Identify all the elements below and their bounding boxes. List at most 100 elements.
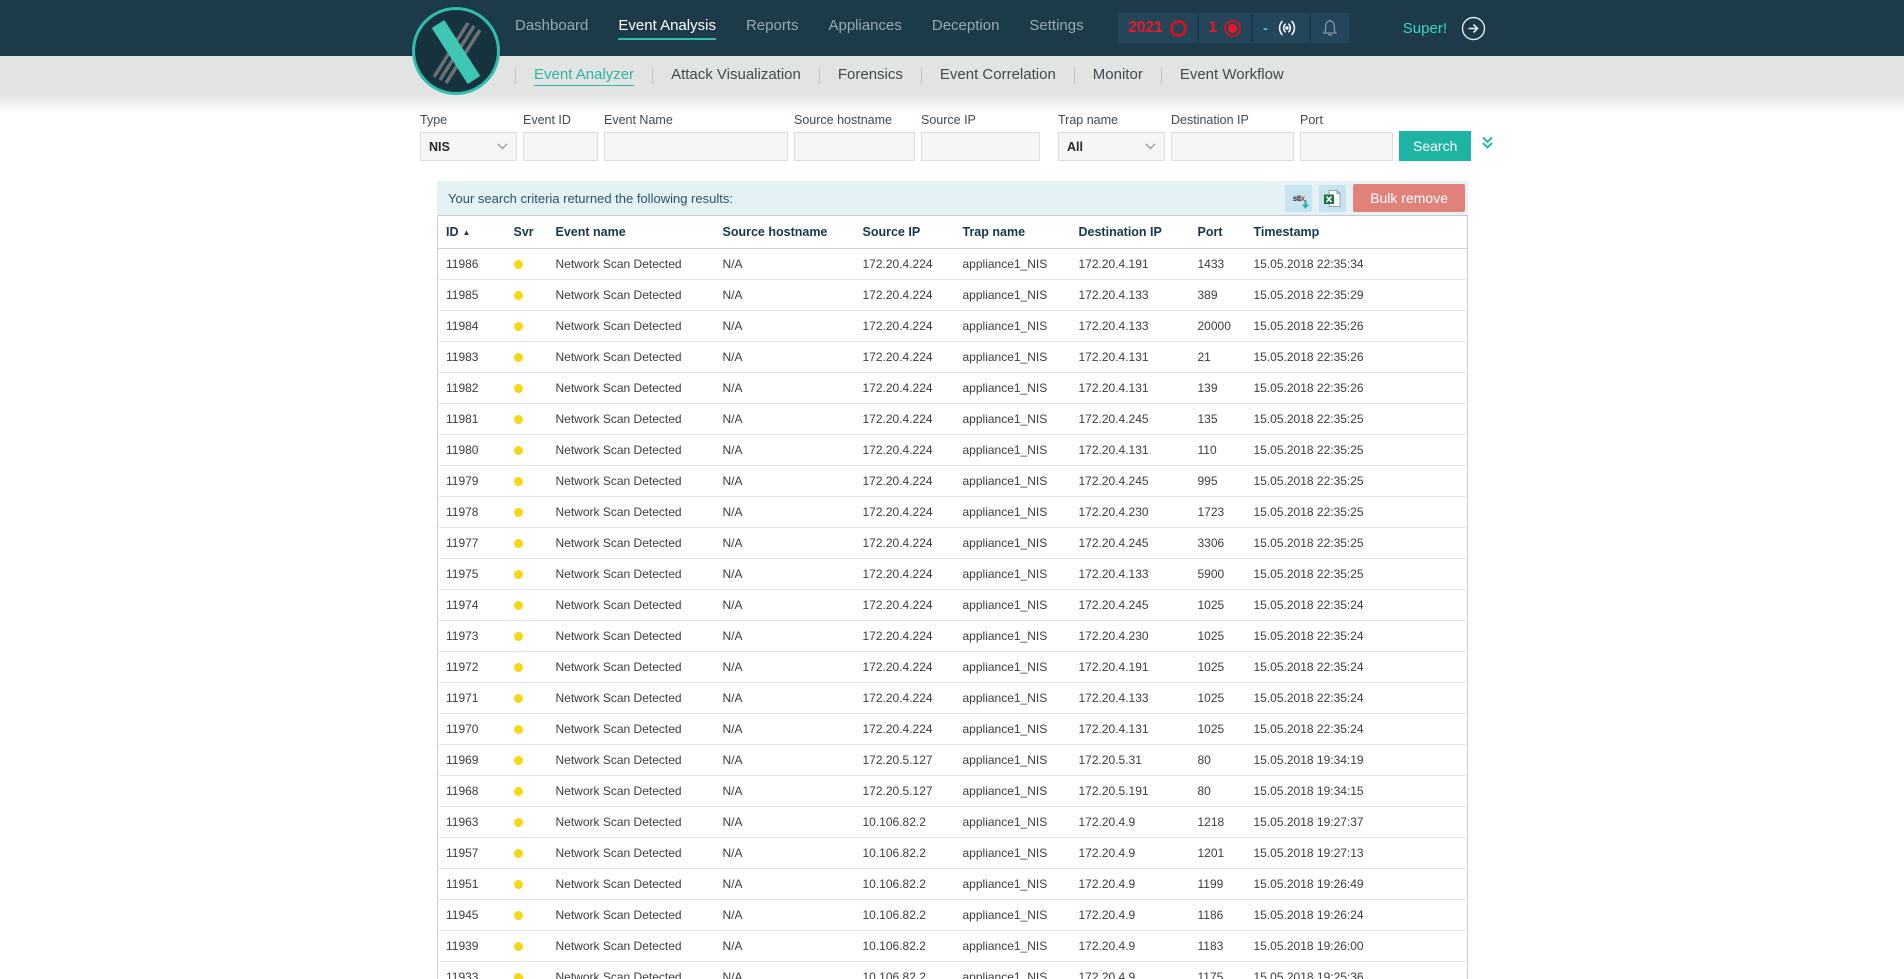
filter-select[interactable]: NIS xyxy=(420,132,517,161)
cell-timestamp: 15.05.2018 19:26:00 xyxy=(1245,930,1468,962)
filter-input[interactable] xyxy=(921,132,1040,161)
signal-status[interactable]: - xyxy=(1253,13,1309,43)
cell-destination-ip: 172.20.4.133 xyxy=(1070,558,1190,590)
cell-port: 1025 xyxy=(1189,682,1246,714)
subnav-tab[interactable]: Event Correlation xyxy=(940,66,1056,86)
subnav-tab[interactable]: Monitor xyxy=(1093,66,1143,86)
table-row[interactable]: 11977 Network Scan Detected N/A 172.20.4… xyxy=(437,527,1468,559)
filter-input[interactable] xyxy=(794,132,915,161)
subnav-divider xyxy=(818,67,820,84)
cell-severity xyxy=(505,527,548,559)
filter-input[interactable] xyxy=(1171,132,1294,161)
cell-destination-ip: 172.20.4.9 xyxy=(1070,961,1190,979)
cell-source-hostname: N/A xyxy=(714,248,855,280)
filter-input[interactable] xyxy=(523,132,598,161)
filter-input[interactable] xyxy=(1300,132,1393,161)
table-row[interactable]: 11980 Network Scan Detected N/A 172.20.4… xyxy=(437,434,1468,466)
cell-source-ip: 172.20.4.224 xyxy=(854,620,955,652)
cell-timestamp: 15.05.2018 22:35:24 xyxy=(1245,651,1468,683)
subnav-tab[interactable]: Event Analyzer xyxy=(534,66,635,86)
column-header[interactable]: Destination IP xyxy=(1070,215,1190,249)
table-row[interactable]: 11951 Network Scan Detected N/A 10.106.8… xyxy=(437,868,1468,900)
column-header[interactable]: Source hostname xyxy=(714,215,855,249)
nav-item[interactable]: Settings xyxy=(1029,17,1083,40)
table-row[interactable]: 11975 Network Scan Detected N/A 172.20.4… xyxy=(437,558,1468,590)
double-chevron-down-icon[interactable] xyxy=(1480,135,1495,150)
table-row[interactable]: 11979 Network Scan Detected N/A 172.20.4… xyxy=(437,465,1468,497)
notifications-button[interactable] xyxy=(1310,13,1349,43)
cell-source-hostname: N/A xyxy=(714,465,855,497)
table-row[interactable]: 11939 Network Scan Detected N/A 10.106.8… xyxy=(437,930,1468,962)
column-header[interactable]: Source IP xyxy=(854,215,955,249)
logout-arrow-icon[interactable] xyxy=(1461,16,1486,41)
severity-dot xyxy=(513,880,523,890)
bulk-remove-button[interactable]: Bulk remove xyxy=(1353,184,1465,212)
cell-severity xyxy=(505,465,548,497)
table-row[interactable]: 11985 Network Scan Detected N/A 172.20.4… xyxy=(437,279,1468,311)
table-row[interactable]: 11978 Network Scan Detected N/A 172.20.4… xyxy=(437,496,1468,528)
x-logo-icon xyxy=(412,7,500,95)
alarm-new-badge[interactable]: 1 xyxy=(1198,13,1252,43)
cell-source-ip: 172.20.4.224 xyxy=(854,465,955,497)
table-row[interactable]: 11933 Network Scan Detected N/A 10.106.8… xyxy=(437,961,1468,979)
cell-timestamp: 15.05.2018 19:27:37 xyxy=(1245,806,1468,838)
table-row[interactable]: 11986 Network Scan Detected N/A 172.20.4… xyxy=(437,248,1468,280)
nav-item[interactable]: Appliances xyxy=(828,17,901,40)
excel-export-button[interactable] xyxy=(1319,184,1347,212)
cell-event-name: Network Scan Detected xyxy=(547,372,715,404)
cell-trap-name: appliance1_NIS xyxy=(954,403,1071,435)
column-header[interactable]: ID ▲ xyxy=(437,215,506,249)
table-row[interactable]: 11982 Network Scan Detected N/A 172.20.4… xyxy=(437,372,1468,404)
column-header[interactable]: Svr xyxy=(505,215,548,249)
filter-input[interactable] xyxy=(604,132,788,161)
cell-timestamp: 15.05.2018 22:35:25 xyxy=(1245,496,1468,528)
events-table: ID ▲ Svr Event name Source hostname Sourc… xyxy=(437,215,1468,979)
subnav-tab[interactable]: Attack Visualization xyxy=(671,66,801,86)
table-row[interactable]: 11963 Network Scan Detected N/A 10.106.8… xyxy=(437,806,1468,838)
subnav-tab[interactable]: Event Workflow xyxy=(1180,66,1284,86)
table-row[interactable]: 11957 Network Scan Detected N/A 10.106.8… xyxy=(437,837,1468,869)
column-header[interactable]: Timestamp xyxy=(1245,215,1468,249)
cell-destination-ip: 172.20.4.9 xyxy=(1070,806,1190,838)
filter-select[interactable]: All xyxy=(1058,132,1165,161)
cell-timestamp: 15.05.2018 22:35:29 xyxy=(1245,279,1468,311)
nav-item[interactable]: Deception xyxy=(932,17,1000,40)
table-row[interactable]: 11969 Network Scan Detected N/A 172.20.5… xyxy=(437,744,1468,776)
cell-id: 11980 xyxy=(437,434,506,466)
table-row[interactable]: 11971 Network Scan Detected N/A 172.20.4… xyxy=(437,682,1468,714)
nav-item[interactable]: Dashboard xyxy=(515,17,588,40)
user-menu[interactable]: Super! xyxy=(1403,20,1447,37)
column-header[interactable]: Event name xyxy=(547,215,715,249)
table-header-row: ID ▲ Svr Event name Source hostname Sourc… xyxy=(437,215,1468,249)
subnav-tab[interactable]: Forensics xyxy=(838,66,903,86)
table-row[interactable]: 11972 Network Scan Detected N/A 172.20.4… xyxy=(437,651,1468,683)
table-row[interactable]: 11974 Network Scan Detected N/A 172.20.4… xyxy=(437,589,1468,621)
table-row[interactable]: 11968 Network Scan Detected N/A 172.20.5… xyxy=(437,775,1468,807)
cell-event-name: Network Scan Detected xyxy=(547,744,715,776)
cell-port: 1201 xyxy=(1189,837,1246,869)
brand-logo[interactable] xyxy=(411,6,501,96)
severity-dot xyxy=(513,415,523,425)
column-header[interactable]: Port xyxy=(1189,215,1246,249)
cell-id: 11978 xyxy=(437,496,506,528)
table-row[interactable]: 11970 Network Scan Detected N/A 172.20.4… xyxy=(437,713,1468,745)
alarm-total-badge[interactable]: 2021 xyxy=(1118,13,1197,43)
table-row[interactable]: 11983 Network Scan Detected N/A 172.20.4… xyxy=(437,341,1468,373)
table-row[interactable]: 11973 Network Scan Detected N/A 172.20.4… xyxy=(437,620,1468,652)
table-row[interactable]: 11984 Network Scan Detected N/A 172.20.4… xyxy=(437,310,1468,342)
severity-dot xyxy=(513,384,523,394)
search-button[interactable]: Search xyxy=(1399,131,1472,161)
cell-timestamp: 15.05.2018 22:35:25 xyxy=(1245,558,1468,590)
nav-item[interactable]: Event Analysis xyxy=(618,17,716,40)
cell-event-name: Network Scan Detected xyxy=(547,775,715,807)
cell-severity xyxy=(505,403,548,435)
table-row[interactable]: 11945 Network Scan Detected N/A 10.106.8… xyxy=(437,899,1468,931)
cell-source-hostname: N/A xyxy=(714,310,855,342)
stix-export-button[interactable]: stix xyxy=(1285,184,1313,212)
nav-item[interactable]: Reports xyxy=(746,17,799,40)
cell-source-hostname: N/A xyxy=(714,744,855,776)
column-header[interactable]: Trap name xyxy=(954,215,1071,249)
table-row[interactable]: 11981 Network Scan Detected N/A 172.20.4… xyxy=(437,403,1468,435)
cell-severity xyxy=(505,372,548,404)
cell-event-name: Network Scan Detected xyxy=(547,620,715,652)
